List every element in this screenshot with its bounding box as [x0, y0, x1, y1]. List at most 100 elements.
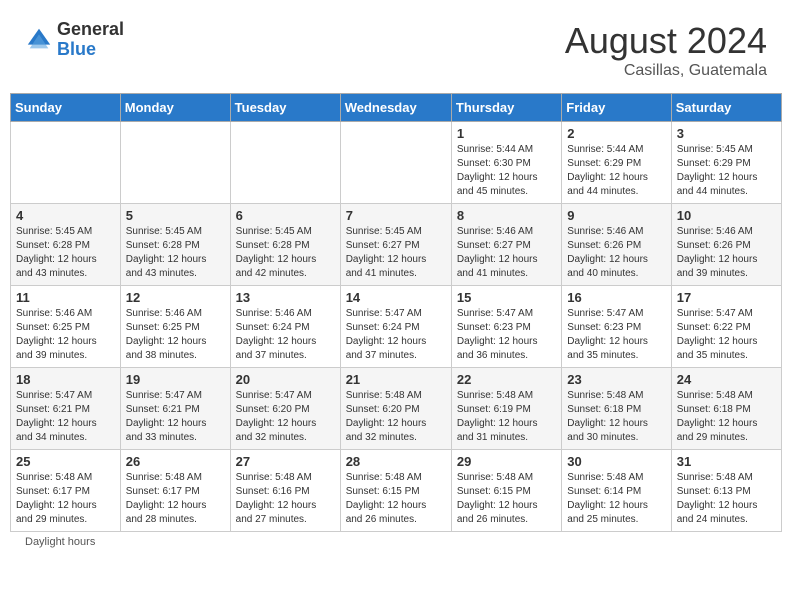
day-info: Sunrise: 5:48 AM Sunset: 6:17 PM Dayligh… — [126, 471, 225, 527]
day-info: Sunrise: 5:45 AM Sunset: 6:28 PM Dayligh… — [16, 225, 115, 281]
day-info: Sunrise: 5:48 AM Sunset: 6:15 PM Dayligh… — [457, 471, 556, 527]
day-number: 26 — [126, 454, 225, 469]
day-info: Sunrise: 5:48 AM Sunset: 6:16 PM Dayligh… — [236, 471, 335, 527]
calendar-header-row: SundayMondayTuesdayWednesdayThursdayFrid… — [11, 94, 782, 122]
day-info: Sunrise: 5:48 AM Sunset: 6:17 PM Dayligh… — [16, 471, 115, 527]
calendar-cell: 30Sunrise: 5:48 AM Sunset: 6:14 PM Dayli… — [562, 450, 671, 532]
location-subtitle: Casillas, Guatemala — [565, 62, 767, 80]
logo-general-text: General — [57, 19, 124, 39]
day-number: 27 — [236, 454, 335, 469]
day-number: 31 — [677, 454, 776, 469]
calendar-week-row: 1Sunrise: 5:44 AM Sunset: 6:30 PM Daylig… — [11, 122, 782, 204]
logo-blue-text: Blue — [57, 39, 96, 59]
day-number: 12 — [126, 290, 225, 305]
calendar-cell: 31Sunrise: 5:48 AM Sunset: 6:13 PM Dayli… — [671, 450, 781, 532]
calendar-cell: 16 Sunrise: 5:47 AM Sunset: 6:23 PM Dayli… — [562, 286, 671, 368]
day-number: 30 — [567, 454, 665, 469]
day-info: Sunrise: 5:47 AM Sunset: 6:20 PM Dayligh… — [236, 389, 335, 445]
day-info: Sunrise: 5:47 AM Sunset: 6:23 PM Dayligh… — [567, 307, 665, 363]
day-number: 11 — [16, 290, 115, 305]
day-info: Sunrise: 5:46 AM Sunset: 6:26 PM Dayligh… — [567, 225, 665, 281]
calendar-day-header: Tuesday — [230, 94, 340, 122]
calendar-cell: 6 Sunrise: 5:45 AM Sunset: 6:28 PM Daylig… — [230, 204, 340, 286]
calendar-cell: 22Sunrise: 5:48 AM Sunset: 6:19 PM Dayli… — [451, 368, 561, 450]
calendar-cell: 8 Sunrise: 5:46 AM Sunset: 6:27 PM Daylig… — [451, 204, 561, 286]
day-number: 20 — [236, 372, 335, 387]
calendar-week-row: 4Sunrise: 5:45 AM Sunset: 6:28 PM Daylig… — [11, 204, 782, 286]
title-area: August 2024 Casillas, Guatemala — [565, 20, 767, 80]
day-number: 10 — [677, 208, 776, 223]
calendar-cell: 18Sunrise: 5:47 AM Sunset: 6:21 PM Dayli… — [11, 368, 121, 450]
day-info: Sunrise: 5:46 AM Sunset: 6:24 PM Dayligh… — [236, 307, 335, 363]
day-number: 3 — [677, 126, 776, 141]
day-info: Sunrise: 5:45 AM Sunset: 6:28 PM Dayligh… — [236, 225, 335, 281]
calendar-cell: 14 Sunrise: 5:47 AM Sunset: 6:24 PM Dayli… — [340, 286, 451, 368]
page-header: General Blue August 2024 Casillas, Guate… — [10, 10, 782, 85]
calendar-cell: 1Sunrise: 5:44 AM Sunset: 6:30 PM Daylig… — [451, 122, 561, 204]
calendar-cell: 29 Sunrise: 5:48 AM Sunset: 6:15 PM Dayli… — [451, 450, 561, 532]
day-number: 25 — [16, 454, 115, 469]
day-number: 2 — [567, 126, 665, 141]
day-number: 16 — [567, 290, 665, 305]
calendar-cell: 19 Sunrise: 5:47 AM Sunset: 6:21 PM Dayli… — [120, 368, 230, 450]
day-number: 23 — [567, 372, 665, 387]
day-info: Sunrise: 5:46 AM Sunset: 6:25 PM Dayligh… — [16, 307, 115, 363]
day-info: Sunrise: 5:47 AM Sunset: 6:23 PM Dayligh… — [457, 307, 556, 363]
calendar-cell: 13 Sunrise: 5:46 AM Sunset: 6:24 PM Dayli… — [230, 286, 340, 368]
day-info: Sunrise: 5:46 AM Sunset: 6:26 PM Dayligh… — [677, 225, 776, 281]
day-info: Sunrise: 5:48 AM Sunset: 6:18 PM Dayligh… — [677, 389, 776, 445]
calendar-cell: 17 Sunrise: 5:47 AM Sunset: 6:22 PM Dayli… — [671, 286, 781, 368]
calendar-cell: 21Sunrise: 5:48 AM Sunset: 6:20 PM Dayli… — [340, 368, 451, 450]
calendar-cell: 10 Sunrise: 5:46 AM Sunset: 6:26 PM Dayli… — [671, 204, 781, 286]
day-number: 24 — [677, 372, 776, 387]
logo: General Blue — [25, 20, 124, 60]
day-info: Sunrise: 5:48 AM Sunset: 6:15 PM Dayligh… — [346, 471, 446, 527]
calendar-cell: 3 Sunrise: 5:45 AM Sunset: 6:29 PM Daylig… — [671, 122, 781, 204]
month-title: August 2024 — [565, 20, 767, 62]
calendar-day-header: Sunday — [11, 94, 121, 122]
calendar-cell: 23 Sunrise: 5:48 AM Sunset: 6:18 PM Dayli… — [562, 368, 671, 450]
day-number: 6 — [236, 208, 335, 223]
day-number: 9 — [567, 208, 665, 223]
day-number: 17 — [677, 290, 776, 305]
calendar-cell: 28 Sunrise: 5:48 AM Sunset: 6:15 PM Dayli… — [340, 450, 451, 532]
calendar-cell: 9 Sunrise: 5:46 AM Sunset: 6:26 PM Daylig… — [562, 204, 671, 286]
calendar-week-row: 11 Sunrise: 5:46 AM Sunset: 6:25 PM Dayli… — [11, 286, 782, 368]
footer: Daylight hours — [10, 532, 782, 552]
day-info: Sunrise: 5:44 AM Sunset: 6:29 PM Dayligh… — [567, 143, 665, 199]
day-info: Sunrise: 5:45 AM Sunset: 6:29 PM Dayligh… — [677, 143, 776, 199]
daylight-label: Daylight hours — [25, 536, 95, 548]
calendar-day-header: Friday — [562, 94, 671, 122]
calendar-cell — [11, 122, 121, 204]
day-info: Sunrise: 5:47 AM Sunset: 6:24 PM Dayligh… — [346, 307, 446, 363]
calendar-cell: 26 Sunrise: 5:48 AM Sunset: 6:17 PM Dayli… — [120, 450, 230, 532]
calendar-cell: 11 Sunrise: 5:46 AM Sunset: 6:25 PM Dayli… — [11, 286, 121, 368]
calendar-week-row: 18 Sunrise: 5:47 AM Sunset: 6:21 PM Dayli… — [11, 368, 782, 450]
day-number: 28 — [346, 454, 446, 469]
day-info: Sunrise: 5:47 AM Sunset: 6:22 PM Dayligh… — [677, 307, 776, 363]
logo-icon — [25, 26, 53, 54]
calendar-table: SundayMondayTuesdayWednesdayThursdayFrid… — [10, 93, 782, 532]
calendar-cell — [230, 122, 340, 204]
day-info: Sunrise: 5:46 AM Sunset: 6:27 PM Dayligh… — [457, 225, 556, 281]
day-number: 13 — [236, 290, 335, 305]
calendar-day-header: Thursday — [451, 94, 561, 122]
day-info: Sunrise: 5:48 AM Sunset: 6:20 PM Dayligh… — [346, 389, 446, 445]
calendar-cell: 15 Sunrise: 5:47 AM Sunset: 6:23 PM Dayli… — [451, 286, 561, 368]
day-number: 14 — [346, 290, 446, 305]
calendar-cell: 4Sunrise: 5:45 AM Sunset: 6:28 PM Daylig… — [11, 204, 121, 286]
day-info: Sunrise: 5:45 AM Sunset: 6:28 PM Dayligh… — [126, 225, 225, 281]
calendar-cell: 7Sunrise: 5:45 AM Sunset: 6:27 PM Daylig… — [340, 204, 451, 286]
day-info: Sunrise: 5:47 AM Sunset: 6:21 PM Dayligh… — [126, 389, 225, 445]
day-number: 18 — [16, 372, 115, 387]
day-number: 8 — [457, 208, 556, 223]
day-number: 29 — [457, 454, 556, 469]
day-number: 15 — [457, 290, 556, 305]
day-info: Sunrise: 5:46 AM Sunset: 6:25 PM Dayligh… — [126, 307, 225, 363]
day-number: 19 — [126, 372, 225, 387]
calendar-cell — [340, 122, 451, 204]
day-info: Sunrise: 5:48 AM Sunset: 6:18 PM Dayligh… — [567, 389, 665, 445]
calendar-cell: 20 Sunrise: 5:47 AM Sunset: 6:20 PM Dayli… — [230, 368, 340, 450]
calendar-week-row: 25 Sunrise: 5:48 AM Sunset: 6:17 PM Dayli… — [11, 450, 782, 532]
calendar-day-header: Saturday — [671, 94, 781, 122]
